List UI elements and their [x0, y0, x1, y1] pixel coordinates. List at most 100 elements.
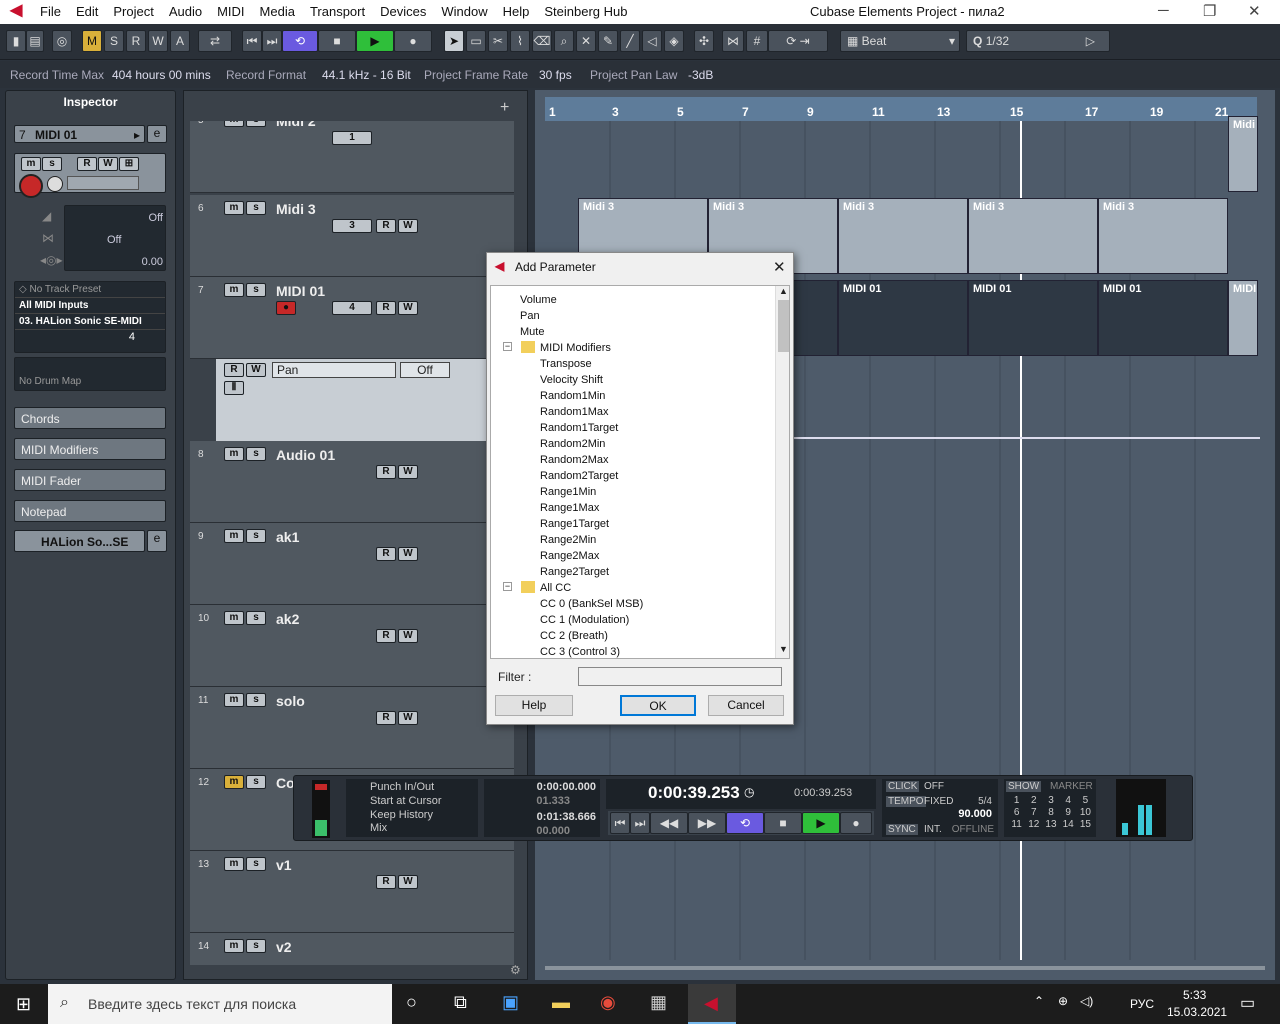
track-read-button[interactable]: R [376, 465, 396, 479]
frame-rate-value[interactable]: 30 fps [539, 68, 572, 82]
track-write-button[interactable]: W [398, 465, 418, 479]
track-solo-button[interactable]: s [246, 529, 266, 543]
menu-window[interactable]: Window [441, 4, 487, 19]
inspector-pan-off[interactable]: Off [107, 234, 121, 246]
track-name[interactable]: ak1 [276, 529, 299, 545]
track-write-button[interactable]: W [398, 629, 418, 643]
menu-edit[interactable]: Edit [76, 4, 98, 19]
marker-button[interactable]: 15 [1077, 819, 1094, 830]
automation-read-button[interactable]: R [224, 363, 244, 377]
show-markers-button[interactable]: SHOW [1006, 781, 1042, 792]
windows-start-icon[interactable]: ⊞ [16, 994, 31, 1015]
primary-time-display[interactable]: 0:00:39.253 [648, 783, 740, 803]
tree-item[interactable]: Random2Min [540, 438, 605, 450]
close-icon[interactable]: ✕ [1248, 2, 1261, 20]
tree-item[interactable]: Range1Target [540, 518, 609, 530]
track-write-button[interactable]: W [398, 219, 418, 233]
record-button[interactable]: ● [394, 30, 432, 52]
marker-button[interactable]: 13 [1042, 819, 1059, 830]
tree-item[interactable]: Pan [520, 310, 540, 322]
track-row[interactable]: 9 m s ak1 R W [190, 523, 514, 605]
marker-button[interactable]: 11 [1008, 819, 1025, 830]
track-solo-button[interactable]: s [246, 857, 266, 871]
tree-item[interactable]: Random2Target [540, 470, 618, 482]
tree-item[interactable]: Range2Max [540, 550, 599, 562]
settings-gear-icon[interactable]: ⚙ [510, 963, 521, 977]
cubase-taskbar-button[interactable]: ◀ [688, 984, 736, 1024]
track-row[interactable]: 13 m s v1 R W [190, 851, 514, 933]
track-write-button[interactable]: W [398, 875, 418, 889]
marker-button[interactable]: 1 [1008, 795, 1025, 806]
language-indicator[interactable]: РУС [1130, 997, 1154, 1011]
inspector-read-button[interactable]: R [77, 157, 97, 171]
track-mute-button[interactable]: m [224, 693, 244, 707]
filter-input[interactable] [578, 667, 782, 686]
tray-chevron-icon[interactable]: ⌃ [1034, 994, 1044, 1008]
stop-button[interactable]: ■ [764, 812, 802, 834]
track-read-button[interactable]: R [376, 219, 396, 233]
inspector-write-button[interactable]: W [98, 157, 118, 171]
midi-part-selected[interactable] [790, 280, 838, 356]
mute-tool[interactable]: ✕ [576, 30, 596, 52]
track-name[interactable]: Midi 3 [276, 201, 316, 217]
track-row[interactable]: 5 ms Midi 2 1 [190, 121, 514, 193]
track-name[interactable]: Midi 2 [276, 121, 316, 129]
start-at-cursor-toggle[interactable]: Start at Cursor [346, 793, 478, 807]
track-name[interactable]: Co [276, 775, 295, 791]
track-record-button[interactable]: ● [276, 301, 296, 315]
track-channel[interactable]: 1 [332, 131, 372, 145]
marker-button[interactable]: 4 [1060, 795, 1077, 806]
restore-icon[interactable]: ❐ [1203, 2, 1216, 20]
track-name[interactable]: v2 [276, 939, 292, 955]
menu-project[interactable]: Project [113, 4, 153, 19]
menu-steinberg-hub[interactable]: Steinberg Hub [544, 4, 627, 19]
punch-in-out-toggle[interactable]: Punch In/Out [346, 779, 478, 793]
cycle-button[interactable]: ⟲ [282, 30, 318, 52]
taskbar-search[interactable]: ⌕ Введите здесь текст для поиска [48, 984, 392, 1024]
tree-item[interactable]: Range2Target [540, 566, 609, 578]
record-button[interactable]: ● [840, 812, 872, 834]
write-mode-button[interactable]: W [148, 30, 168, 52]
menu-midi[interactable]: MIDI [217, 4, 244, 19]
track-read-button[interactable]: R [376, 301, 396, 315]
help-button[interactable]: Help [495, 695, 573, 716]
inspector-toggle-button[interactable]: ▮ [6, 30, 26, 52]
menu-help[interactable]: Help [503, 4, 530, 19]
track-write-button[interactable]: W [398, 301, 418, 315]
draw-tool[interactable]: ✎ [598, 30, 618, 52]
cortana-icon[interactable]: ○ [406, 992, 417, 1013]
tree-item[interactable]: Velocity Shift [540, 374, 603, 386]
read-mode-button[interactable]: R [126, 30, 146, 52]
track-channel[interactable]: 4 [332, 301, 372, 315]
clock-time[interactable]: 5:33 [1183, 988, 1206, 1002]
track-solo-button[interactable]: s [246, 775, 266, 789]
track-solo-button[interactable]: s [246, 447, 266, 461]
track-write-button[interactable]: W [398, 711, 418, 725]
track-name[interactable]: solo [276, 693, 305, 709]
autoscroll-button[interactable]: ⇄ [198, 30, 232, 52]
stop-button[interactable]: ■ [318, 30, 356, 52]
marker-button[interactable]: 9 [1060, 807, 1077, 818]
tree-item[interactable]: Random1Target [540, 422, 618, 434]
track-name[interactable]: v1 [276, 857, 292, 873]
track-mute-button[interactable]: m [224, 857, 244, 871]
inspector-track-name-field[interactable] [67, 176, 139, 190]
record-format-value[interactable]: 44.1 kHz - 16 Bit [322, 68, 411, 82]
mute-mode-button[interactable]: M [82, 30, 102, 52]
scroll-down-icon[interactable]: ▼ [779, 644, 788, 654]
midi-part-selected[interactable]: MIDI 01 [838, 280, 968, 356]
scroll-thumb[interactable] [778, 300, 789, 352]
inspector-preset[interactable]: ◇ No Track Preset [15, 282, 165, 298]
marker-button[interactable]: 10 [1077, 807, 1094, 818]
sync-label[interactable]: SYNC [886, 824, 918, 835]
track-name[interactable]: ak2 [276, 611, 299, 627]
section-notepad[interactable]: Notepad [14, 500, 166, 522]
track-mute-button[interactable]: m [224, 447, 244, 461]
track-mute-button[interactable]: m [224, 611, 244, 625]
tempo-label[interactable]: TEMPO [886, 796, 926, 807]
cycle-button[interactable]: ⟲ [726, 812, 764, 834]
marker-button[interactable]: 2 [1025, 795, 1042, 806]
track-mute-button[interactable]: m [224, 529, 244, 543]
play-button[interactable]: ▶ [802, 812, 840, 834]
layout-button[interactable]: ▤ [26, 30, 44, 52]
